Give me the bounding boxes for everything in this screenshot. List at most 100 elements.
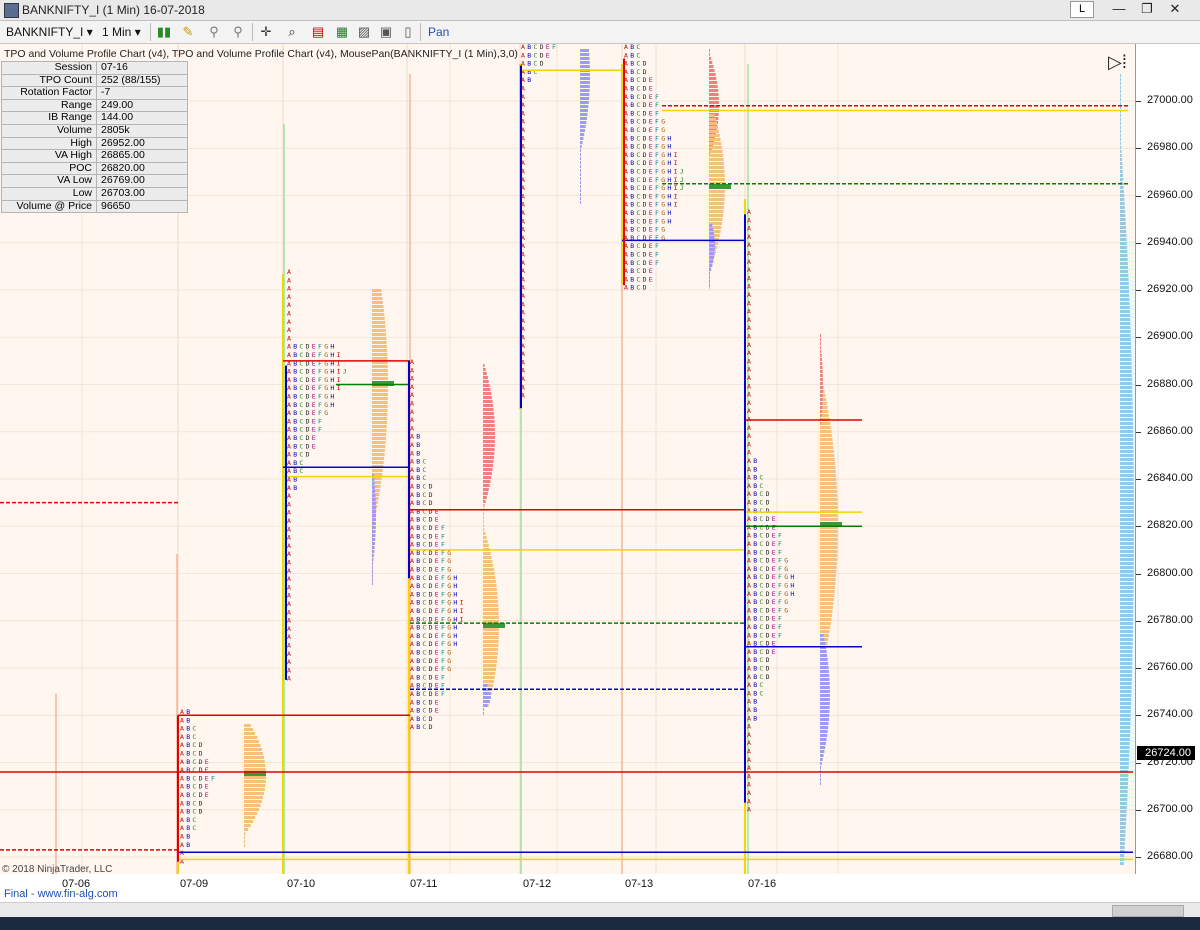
restore-button[interactable]: ❐ (1134, 1, 1160, 17)
tpo-letter: C (422, 491, 426, 499)
volume-bar (372, 373, 388, 376)
tpo-letter: E (649, 101, 653, 109)
tpo-letter: F (778, 573, 782, 581)
tpo-letter: B (186, 750, 190, 758)
tpo-letter: E (312, 434, 316, 442)
volume-bar (709, 154, 724, 157)
tpo-letter: B (753, 474, 757, 482)
tpo-letter: D (766, 590, 770, 598)
tpo-letter: C (422, 574, 426, 582)
pencil-icon[interactable]: ✎ (180, 24, 196, 40)
tpo-letter: A (180, 758, 184, 766)
tpo-letter: A (410, 723, 414, 731)
volume-bar (483, 560, 493, 563)
close-button[interactable]: ✕ (1162, 1, 1188, 17)
tpo-letter: H (453, 640, 457, 648)
tpo-letter: E (649, 159, 653, 167)
volume-bar (1120, 122, 1121, 125)
volume-bar (244, 768, 266, 771)
tpo-letter: E (312, 351, 316, 359)
properties-icon[interactable]: ▤ (310, 24, 326, 40)
tpo-letter: A (287, 592, 291, 600)
tpo-letter: D (199, 808, 203, 816)
volume-bar (1120, 138, 1121, 141)
crosshair-icon[interactable]: ✛ (258, 24, 274, 40)
tpo-letter: A (287, 409, 291, 417)
snapshot-icon[interactable]: ▣ (378, 24, 394, 40)
pin-icon[interactable]: ⚲ (206, 24, 222, 40)
tpo-letter: C (299, 401, 303, 409)
pan-mode-label[interactable]: Pan (428, 24, 449, 40)
link-button[interactable]: L (1070, 1, 1094, 18)
chart-style-icon[interactable]: ▮▮ (156, 24, 172, 40)
tpo-letter: A (410, 657, 414, 665)
date-tick-label: 07-12 (523, 878, 552, 890)
tpo-letter: A (747, 241, 751, 249)
tpo-letter: C (636, 76, 640, 84)
tpo-letter: A (287, 534, 291, 542)
volume-bar (580, 125, 586, 128)
volume-bar (1120, 474, 1134, 477)
volume-bar (244, 732, 256, 735)
data-box-icon[interactable]: ▯ (400, 24, 416, 40)
tpo-letter: F (441, 590, 445, 598)
tpo-letter: A (747, 449, 751, 457)
tpo-letter: A (747, 507, 751, 515)
tpo-letter: C (636, 176, 640, 184)
volume-bar (1120, 206, 1125, 209)
tpo-letter: E (435, 624, 439, 632)
pin-gray-icon[interactable]: ⚲ (230, 24, 246, 40)
volume-bar (580, 153, 581, 156)
scrollbar-thumb[interactable] (1112, 905, 1184, 917)
tpo-letter: C (759, 532, 763, 540)
tpo-letter: G (447, 557, 451, 565)
minimize-button[interactable]: — (1106, 1, 1132, 17)
interval-selector[interactable]: 1 Min ▾ (102, 24, 141, 40)
tpo-letter: C (636, 184, 640, 192)
volume-bar (483, 608, 499, 611)
volume-bar (244, 780, 266, 783)
tpo-letter: A (747, 689, 751, 697)
volume-bar (1120, 158, 1122, 161)
tpo-letter: C (299, 376, 303, 384)
volume-bar (1120, 814, 1127, 817)
stats-value: 26865.00 (96, 149, 188, 163)
volume-bar (372, 357, 388, 360)
indicators-icon[interactable]: ▦ (334, 24, 350, 40)
tpo-letter: B (753, 482, 757, 490)
volume-bar (820, 506, 838, 509)
tpo-letter: I (337, 368, 341, 376)
volume-bar (1120, 758, 1130, 761)
volume-bar (1120, 350, 1132, 353)
poc-marker (709, 184, 731, 189)
tpo-letter: C (636, 134, 640, 142)
volume-bar (820, 374, 823, 377)
volume-bar (1120, 810, 1127, 813)
indicator-title: TPO and Volume Profile Chart (v4), TPO a… (4, 48, 518, 60)
tpo-letter: D (429, 690, 433, 698)
zoom-icon[interactable]: ⌕ (284, 24, 300, 40)
price-tick (1136, 668, 1141, 669)
footer-link[interactable]: Final - www.fin-alg.com (4, 888, 118, 900)
volume-bar (372, 349, 388, 352)
volume-bar (1120, 662, 1133, 665)
volume-bar (820, 378, 823, 381)
volume-bar (244, 808, 259, 811)
tpo-letter: B (630, 192, 634, 200)
tpo-letter: A (410, 649, 414, 657)
volume-bar (820, 606, 833, 609)
tpo-letter: D (643, 168, 647, 176)
tpo-letter: D (429, 673, 433, 681)
tpo-letter: E (649, 93, 653, 101)
volume-bar (1120, 650, 1133, 653)
tpo-letter: E (649, 109, 653, 117)
strategies-icon[interactable]: ▨ (356, 24, 372, 40)
tpo-letter: H (667, 209, 671, 217)
volume-bar (1120, 826, 1126, 829)
instrument-selector[interactable]: BANKNIFTY_I ▾ (6, 24, 93, 40)
scroll-to-end-icon[interactable]: ▷⁞ (1108, 52, 1127, 73)
volume-bar (244, 828, 249, 831)
horizontal-scrollbar[interactable] (0, 902, 1200, 917)
tpo-letter: B (416, 715, 420, 723)
tpo-letter: G (661, 118, 665, 126)
